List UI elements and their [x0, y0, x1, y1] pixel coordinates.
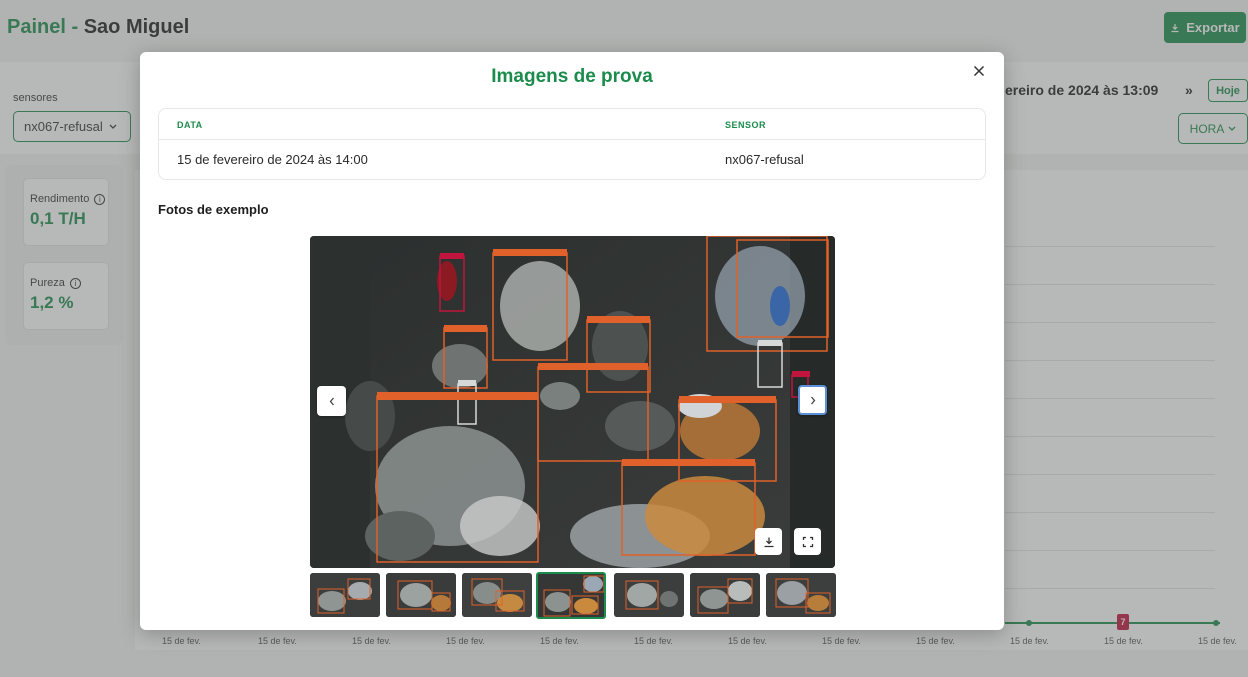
close-icon[interactable]	[968, 60, 990, 82]
table-header-row: DATA SENSOR	[159, 109, 985, 140]
evidence-info-table: DATA SENSOR 15 de fevereiro de 2024 às 1…	[158, 108, 986, 180]
thumbnail-strip	[310, 572, 836, 619]
chevron-right-icon	[810, 396, 815, 404]
sample-photos-title: Fotos de exemplo	[158, 202, 269, 217]
thumbnail[interactable]	[614, 573, 684, 617]
download-image-button[interactable]	[755, 528, 782, 555]
evidence-photo[interactable]	[310, 236, 835, 568]
thumbnail[interactable]	[310, 573, 380, 617]
column-header-sensor: SENSOR	[725, 120, 767, 130]
next-image-button[interactable]	[798, 385, 827, 415]
modal-title: Imagens de prova	[491, 66, 653, 87]
download-icon	[764, 537, 773, 547]
thumbnail[interactable]	[766, 573, 836, 617]
previous-image-button[interactable]	[317, 386, 346, 416]
fullscreen-icon	[802, 536, 813, 547]
fullscreen-button[interactable]	[794, 528, 821, 555]
thumbnail[interactable]	[462, 573, 532, 617]
thumbnail[interactable]	[690, 573, 760, 617]
cell-date: 15 de fevereiro de 2024 às 14:00	[177, 152, 368, 167]
cell-sensor: nx067-refusal	[725, 152, 804, 167]
thumbnail-active[interactable]	[536, 572, 606, 619]
chevron-left-icon	[329, 397, 334, 405]
waste-conveyor-photo	[310, 236, 835, 568]
column-header-date: DATA	[177, 120, 203, 130]
evidence-images-modal: Imagens de prova DATA SENSOR 15 de fever…	[140, 52, 1004, 630]
thumbnail[interactable]	[386, 573, 456, 617]
